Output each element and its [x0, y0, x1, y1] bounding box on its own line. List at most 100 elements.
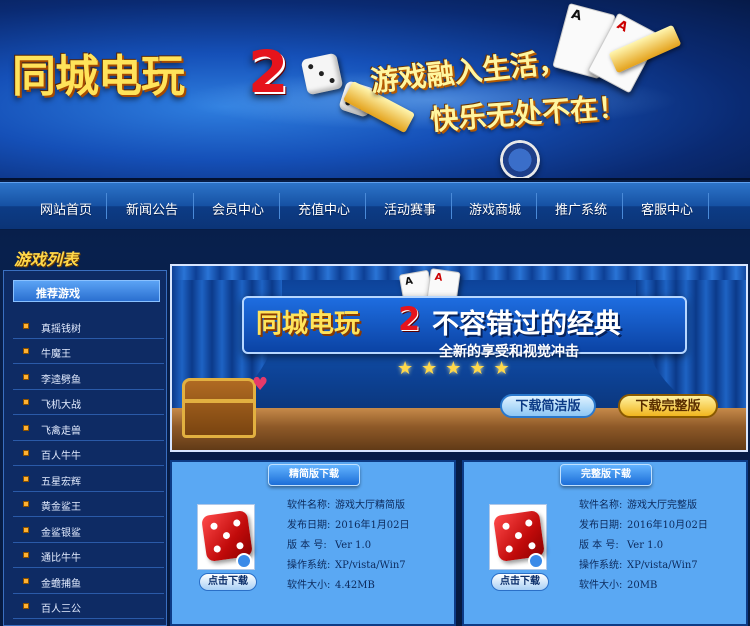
treasure-chest-icon: [182, 378, 256, 438]
sidebar-title: 游戏列表: [14, 250, 79, 269]
sidebar-item-label: 真摇钱树: [41, 324, 81, 335]
nav-divider: [106, 193, 107, 219]
app-icon: [197, 504, 255, 570]
nav-divider: [365, 193, 366, 219]
sidebar-item-game[interactable]: 李逵劈鱼: [13, 365, 164, 390]
download-panel-title: 完整版下载: [581, 469, 631, 480]
download-lite-button[interactable]: 下载简洁版: [500, 394, 596, 418]
info-value: XP/vista/Win7: [335, 560, 406, 571]
sidebar-item-label: 金鲨银鲨: [41, 528, 81, 539]
info-label: 版 本 号:: [579, 540, 619, 551]
bullet-icon: [23, 501, 29, 507]
promo-headline: 不容错过的经典: [432, 309, 621, 340]
promo-banner: A A 同城电玩 2 不容错过的经典 全新的享受和视觉冲击 ★★★★★ ♥ 下载…: [170, 264, 748, 452]
sidebar-item-label: 李逵劈鱼: [41, 375, 81, 386]
bullet-icon: [23, 603, 29, 609]
sidebar-header: 推荐游戏: [13, 280, 160, 302]
info-label: 版 本 号:: [287, 540, 327, 551]
bullet-icon: [23, 323, 29, 329]
banner-logo-text: 同城电玩: [12, 51, 185, 102]
download-arrow-icon: [236, 553, 252, 569]
nav-item-home[interactable]: 网站首页: [40, 199, 92, 218]
sidebar-item-game[interactable]: 百人三公: [13, 594, 164, 619]
sidebar-item-label: 五星宏辉: [41, 477, 81, 488]
nav-divider: [193, 193, 194, 219]
nav-item-events[interactable]: 活动赛事: [384, 199, 436, 218]
sidebar-item-game[interactable]: 黄金鲨王: [13, 492, 164, 517]
banner-logo-number: 2: [248, 38, 289, 106]
poker-chip-icon: [500, 140, 540, 178]
sidebar-item-game[interactable]: 百人牛牛: [13, 441, 164, 466]
info-value: 游戏大厅完整版: [627, 500, 697, 511]
download-arrow-icon: [528, 553, 544, 569]
info-value: Ver 1.0: [627, 540, 664, 551]
sidebar-item-label: 百人牛牛: [41, 451, 81, 462]
info-label: 操作系统:: [287, 560, 331, 571]
promo-logo-number: 2: [398, 300, 421, 338]
info-row: 发布日期: 2016年10月02日: [579, 516, 708, 536]
info-value: 4.42MB: [335, 580, 375, 591]
download-panel-title: 精简版下载: [289, 469, 339, 480]
info-row: 软件名称: 游戏大厅完整版: [579, 496, 708, 516]
nav-item-member[interactable]: 会员中心: [212, 199, 264, 218]
nav-item-shop[interactable]: 游戏商城: [469, 199, 521, 218]
sidebar-header-label: 推荐游戏: [36, 287, 80, 300]
info-label: 软件名称:: [287, 500, 331, 511]
nav-divider: [536, 193, 537, 219]
bullet-icon: [23, 552, 29, 558]
download-panel-tab: 完整版下载: [560, 464, 652, 486]
info-label: 操作系统:: [579, 560, 623, 571]
sidebar-item-game[interactable]: 金鲨银鲨: [13, 518, 164, 543]
info-row: 版 本 号: Ver 1.0: [579, 536, 708, 556]
info-row: 操作系统: XP/vista/Win7: [287, 556, 410, 576]
info-row: 软件大小: 20MB: [579, 576, 708, 596]
sidebar-item-label: 百人三公: [41, 604, 81, 615]
info-value: 20MB: [627, 580, 658, 591]
sidebar-item-label: 飞禽走兽: [41, 426, 81, 437]
nav-item-support[interactable]: 客服中心: [641, 199, 693, 218]
software-info: 软件名称: 游戏大厅完整版 发布日期: 2016年10月02日 版 本 号: Ver …: [579, 496, 708, 596]
sidebar-item-label: 黄金鲨王: [41, 502, 81, 513]
nav-item-promotion[interactable]: 推广系统: [555, 199, 607, 218]
info-label: 软件名称:: [579, 500, 623, 511]
game-list-sidebar: 推荐游戏 真摇钱树 牛魔王 李逵劈鱼 飞机大战 飞禽走兽 百人牛牛 五星宏辉 黄…: [3, 270, 167, 626]
sidebar-item-game[interactable]: 金蟾捕鱼: [13, 569, 164, 594]
info-row: 软件大小: 4.42MB: [287, 576, 410, 596]
software-info: 软件名称: 游戏大厅精简版 发布日期: 2016年1月02日 版 本 号: Ver 1…: [287, 496, 410, 596]
click-download-button[interactable]: 点击下载: [491, 573, 549, 591]
promo-logo-text: 同城电玩: [256, 309, 361, 339]
info-value: 2016年1月02日: [335, 520, 410, 531]
sidebar-item-game[interactable]: 飞机大战: [13, 390, 164, 415]
click-download-button[interactable]: 点击下载: [199, 573, 257, 591]
nav-divider: [279, 193, 280, 219]
page: A A 同城电玩 2 游戏融入生活， 快乐无处不在！ 网站首页 新闻公告 会员中…: [0, 0, 750, 626]
info-value: Ver 1.0: [335, 540, 372, 551]
sidebar-item-game[interactable]: 真摇钱树: [13, 314, 164, 339]
sidebar-item-label: 牛魔王: [41, 349, 71, 360]
info-label: 软件大小:: [579, 580, 623, 591]
main-nav: 网站首页 新闻公告 会员中心 充值中心 活动赛事 游戏商城 推广系统 客服中心: [0, 182, 750, 230]
sidebar-item-game[interactable]: 飞禽走兽: [13, 416, 164, 441]
stars-icon: ★★★★★: [397, 358, 518, 379]
info-row: 版 本 号: Ver 1.0: [287, 536, 410, 556]
sidebar-item-label: 金蟾捕鱼: [41, 579, 81, 590]
header-banner: A A 同城电玩 2 游戏融入生活， 快乐无处不在！: [0, 0, 750, 180]
sidebar-item-label: 通比牛牛: [41, 553, 81, 564]
bullet-icon: [23, 425, 29, 431]
bullet-icon: [23, 450, 29, 456]
dice-icon: [300, 52, 344, 96]
sidebar-item-game[interactable]: 通比牛牛: [13, 543, 164, 568]
nav-item-recharge[interactable]: 充值中心: [298, 199, 350, 218]
info-label: 发布日期:: [579, 520, 623, 531]
info-row: 发布日期: 2016年1月02日: [287, 516, 410, 536]
nav-item-news[interactable]: 新闻公告: [126, 199, 178, 218]
bullet-icon: [23, 399, 29, 405]
info-value: XP/vista/Win7: [627, 560, 698, 571]
sidebar-item-game[interactable]: 五星宏辉: [13, 467, 164, 492]
sidebar-item-game[interactable]: 牛魔王: [13, 339, 164, 364]
download-full-button[interactable]: 下载完整版: [618, 394, 718, 418]
info-value: 2016年10月02日: [627, 520, 708, 531]
nav-divider: [708, 193, 709, 219]
download-panel-lite: 精简版下载 点击下载 软件名称: 游戏大厅精简版 发布日期: 2016年1月02日 …: [170, 460, 456, 626]
info-label: 软件大小:: [287, 580, 331, 591]
